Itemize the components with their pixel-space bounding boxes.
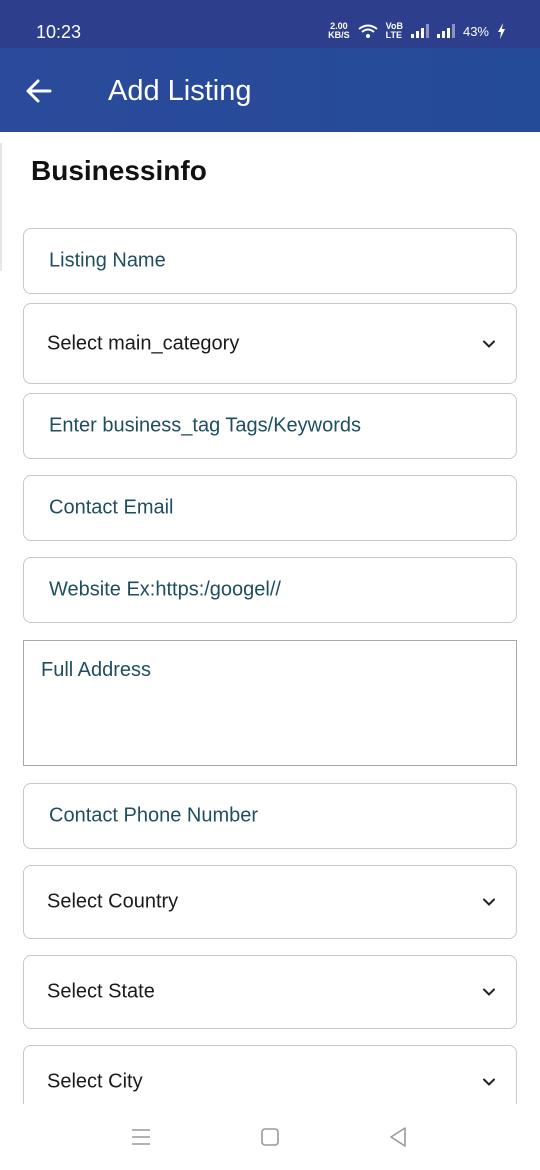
app-bar: Add Listing bbox=[0, 48, 540, 132]
status-bar: 10:23 2.00 KB/S VoB LTE 43% bbox=[0, 0, 540, 48]
volte-indicator: VoB LTE bbox=[385, 21, 403, 40]
listing-name-placeholder: Listing Name bbox=[49, 249, 166, 272]
website-placeholder: Website Ex:https:/googel// bbox=[49, 578, 281, 601]
main-category-value: Select main_category bbox=[47, 332, 240, 354]
main-category-select[interactable]: Select main_category bbox=[23, 303, 517, 384]
page-title: Add Listing bbox=[108, 75, 252, 107]
section-title: Businessinfo bbox=[31, 155, 207, 186]
status-icons: 2.00 KB/S VoB LTE 43% bbox=[328, 22, 506, 40]
website-field[interactable]: Website Ex:https:/googel// bbox=[23, 557, 517, 623]
chevron-down-icon bbox=[483, 988, 495, 996]
network-speed: 2.00 KB/S bbox=[328, 21, 350, 40]
home-icon[interactable] bbox=[259, 1126, 281, 1148]
divider bbox=[0, 143, 2, 271]
chevron-down-icon bbox=[483, 898, 495, 906]
email-placeholder: Contact Email bbox=[49, 496, 174, 519]
address-textarea[interactable]: Full Address bbox=[23, 640, 517, 766]
tags-placeholder: Enter business_tag Tags/Keywords bbox=[49, 414, 362, 437]
listing-name-field[interactable]: Listing Name bbox=[23, 228, 517, 294]
country-select[interactable]: Select Country bbox=[23, 865, 517, 939]
chevron-down-icon bbox=[483, 340, 495, 348]
recent-apps-icon[interactable] bbox=[130, 1126, 152, 1148]
address-placeholder: Full Address bbox=[41, 659, 152, 681]
battery-percent: 43% bbox=[462, 23, 489, 39]
nav-back-icon[interactable] bbox=[387, 1126, 409, 1148]
chevron-down-icon bbox=[483, 1078, 495, 1086]
city-value: Select City bbox=[47, 1070, 143, 1093]
phone-field[interactable]: Contact Phone Number bbox=[23, 783, 517, 849]
country-value: Select Country bbox=[47, 890, 179, 913]
wifi-icon bbox=[358, 24, 378, 38]
email-field[interactable]: Contact Email bbox=[23, 475, 517, 541]
state-select[interactable]: Select State bbox=[23, 955, 517, 1029]
state-value: Select State bbox=[47, 980, 155, 1003]
tags-field[interactable]: Enter business_tag Tags/Keywords bbox=[23, 393, 517, 459]
signal-icon bbox=[410, 24, 429, 38]
phone-placeholder: Contact Phone Number bbox=[49, 804, 259, 827]
arrow-left-icon[interactable] bbox=[22, 74, 56, 108]
status-time: 10:23 bbox=[36, 22, 82, 42]
signal-icon-2 bbox=[436, 24, 455, 38]
system-nav-bar bbox=[0, 1104, 540, 1170]
charging-icon bbox=[498, 23, 505, 39]
